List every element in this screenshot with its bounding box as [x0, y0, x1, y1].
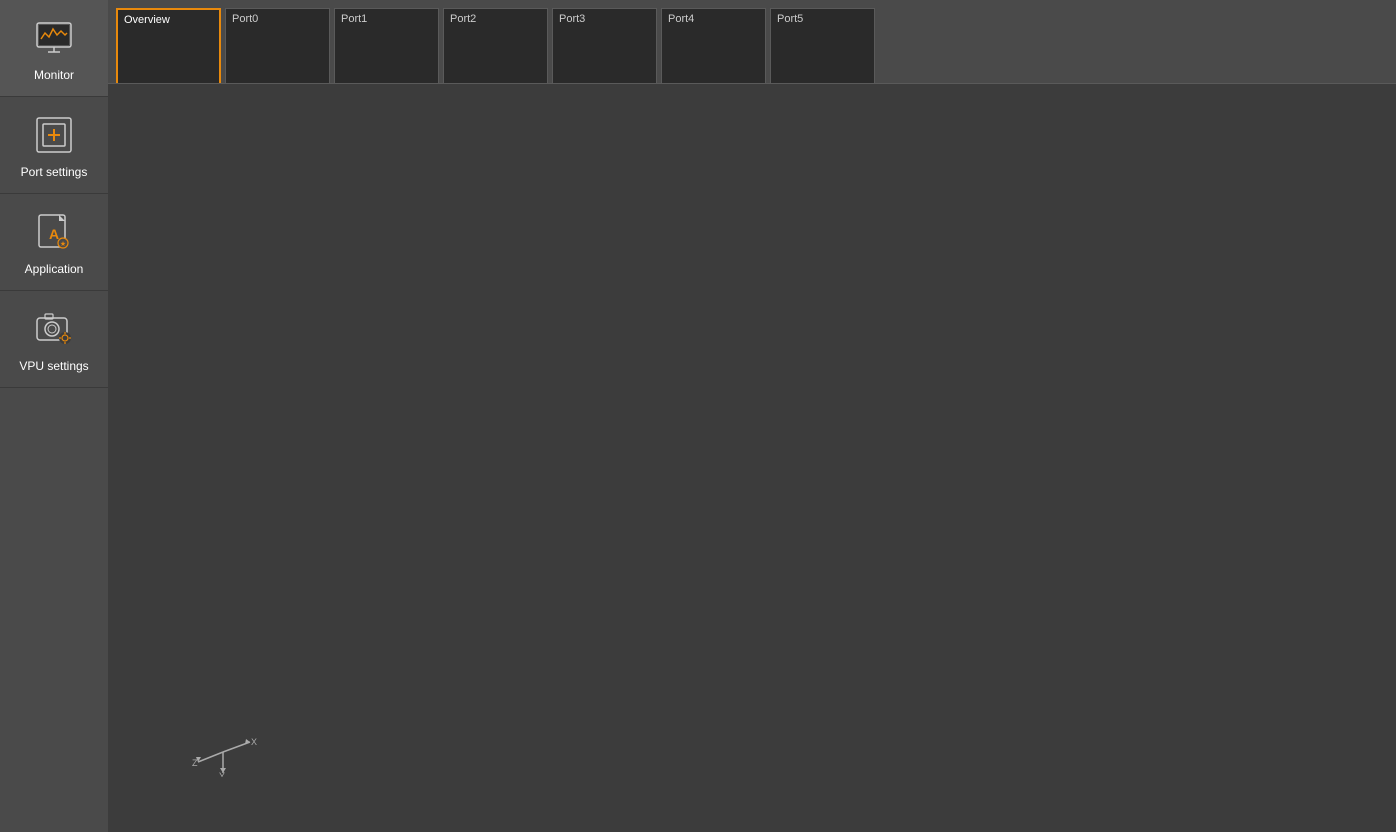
svg-text:★: ★ [60, 240, 66, 248]
svg-text:A: A [49, 226, 59, 242]
sidebar-item-application[interactable]: A ★ Application [0, 194, 108, 291]
axis-indicator: Z X Y [188, 717, 258, 782]
tab-port1[interactable]: Port1 [334, 8, 439, 83]
tab-port4[interactable]: Port4 [661, 8, 766, 83]
viewport: Z X Y [108, 83, 1396, 832]
sidebar-item-vpu-settings[interactable]: VPU settings [0, 291, 108, 388]
tab-port3[interactable]: Port3 [552, 8, 657, 83]
svg-text:X: X [251, 737, 257, 747]
sidebar: Monitor Port settings A [0, 0, 108, 832]
tab-port0[interactable]: Port0 [225, 8, 330, 83]
port-settings-icon [30, 111, 78, 159]
sidebar-item-vpu-settings-label: VPU settings [19, 359, 88, 373]
sidebar-item-port-settings[interactable]: Port settings [0, 97, 108, 194]
svg-text:Y: Y [219, 771, 225, 777]
sidebar-item-monitor-label: Monitor [34, 68, 74, 82]
sidebar-item-application-label: Application [25, 262, 84, 276]
main-content: Overview Port0 Port1 Port2 Port3 Port4 P… [108, 0, 1396, 832]
sidebar-item-port-settings-label: Port settings [21, 165, 88, 179]
monitor-icon [30, 14, 78, 62]
application-icon: A ★ [30, 208, 78, 256]
tabs-bar: Overview Port0 Port1 Port2 Port3 Port4 P… [108, 0, 1396, 83]
tab-port2[interactable]: Port2 [443, 8, 548, 83]
vpu-settings-icon [30, 305, 78, 353]
tab-overview[interactable]: Overview [116, 8, 221, 83]
tab-port5[interactable]: Port5 [770, 8, 875, 83]
sidebar-item-monitor[interactable]: Monitor [0, 0, 108, 97]
